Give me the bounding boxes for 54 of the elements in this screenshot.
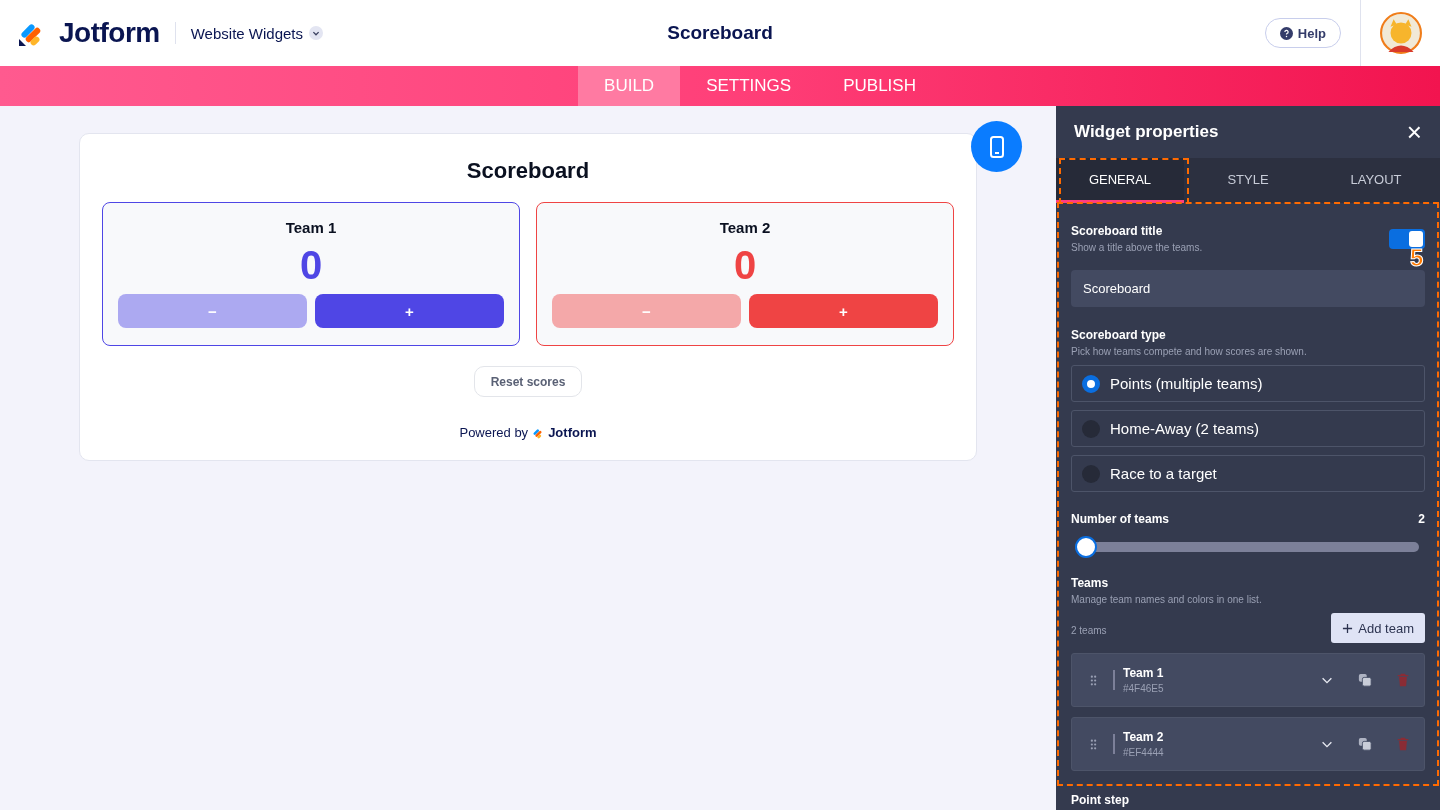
powered-by-text: Powered by	[459, 425, 529, 440]
radio-icon[interactable]	[1082, 374, 1100, 393]
drag-handle-icon[interactable]	[1090, 674, 1097, 686]
title-input[interactable]: Scoreboard	[1071, 270, 1425, 307]
team-name: Team 2	[719, 219, 771, 236]
chevron-down-icon[interactable]	[309, 26, 323, 40]
slider-thumb[interactable]	[1075, 536, 1097, 558]
radio-option[interactable]: Points (multiple teams)	[1071, 365, 1425, 402]
setting-label: Point step	[1071, 793, 1130, 807]
scoreboard-title: Scoreboard	[466, 158, 590, 184]
brand-name[interactable]: Jotform	[59, 17, 160, 49]
help-button[interactable]: Help	[1264, 18, 1341, 48]
plus-icon	[1342, 622, 1354, 634]
team-score: 0	[733, 242, 757, 288]
team-item[interactable]: Team 2 #EF4444	[1071, 717, 1425, 771]
product-name[interactable]: Website Widgets	[190, 24, 303, 42]
radio-option[interactable]: Race to a target	[1071, 455, 1425, 492]
panel-tab[interactable]: LAYOUT	[1312, 158, 1440, 203]
duplicate-icon[interactable]	[1358, 737, 1372, 751]
team-count: 2 teams	[1071, 624, 1107, 636]
team-name: Team 1	[285, 219, 337, 236]
panel-tab[interactable]: STYLE	[1184, 158, 1312, 203]
powered-brand[interactable]: Jotform	[548, 425, 597, 440]
title-toggle[interactable]	[1389, 228, 1425, 249]
panel-title: Widget properties	[1074, 122, 1219, 142]
add-team-button[interactable]: Add team	[1331, 613, 1425, 643]
drag-handle-icon[interactable]	[1090, 738, 1097, 750]
team-item[interactable]: Team 1 #4F46E5	[1071, 653, 1425, 707]
mobile-preview-button[interactable]	[971, 121, 1022, 172]
radio-option[interactable]: Home-Away (2 teams)	[1071, 410, 1425, 447]
nav-tab[interactable]: PUBLISH	[817, 66, 942, 106]
avatar-icon[interactable]	[1380, 12, 1422, 54]
step-number: 5	[1410, 246, 1424, 270]
close-button[interactable]: ×	[1406, 119, 1422, 145]
increment-button[interactable]: +	[315, 294, 504, 328]
team-score: 0	[299, 242, 323, 288]
team-item-color: #EF4444	[1123, 747, 1165, 758]
setting-label: Scoreboard title	[1071, 224, 1164, 238]
team-item-name: Team 2	[1123, 730, 1165, 744]
reset-button[interactable]: Reset scores	[473, 366, 583, 397]
slider-value: 2	[1418, 512, 1425, 526]
team-item-color: #4F46E5	[1123, 683, 1165, 694]
setting-label: Scoreboard type	[1071, 328, 1167, 342]
setting-label: Teams	[1071, 576, 1110, 590]
team-item-name: Team 1	[1123, 666, 1165, 680]
increment-button[interactable]: +	[749, 294, 938, 328]
question-icon	[1279, 26, 1293, 40]
page-title: Scoreboard	[667, 22, 773, 44]
setting-hint: Pick how teams compete and how scores are shown.	[1071, 346, 1308, 357]
setting-hint: Manage team names and colors in one list.	[1071, 594, 1263, 605]
setting-hint: Show a title above the teams.	[1071, 242, 1203, 253]
panel-tab[interactable]: GENERAL	[1056, 158, 1184, 203]
setting-label: Number of teams	[1071, 512, 1170, 526]
duplicate-icon[interactable]	[1358, 673, 1372, 687]
